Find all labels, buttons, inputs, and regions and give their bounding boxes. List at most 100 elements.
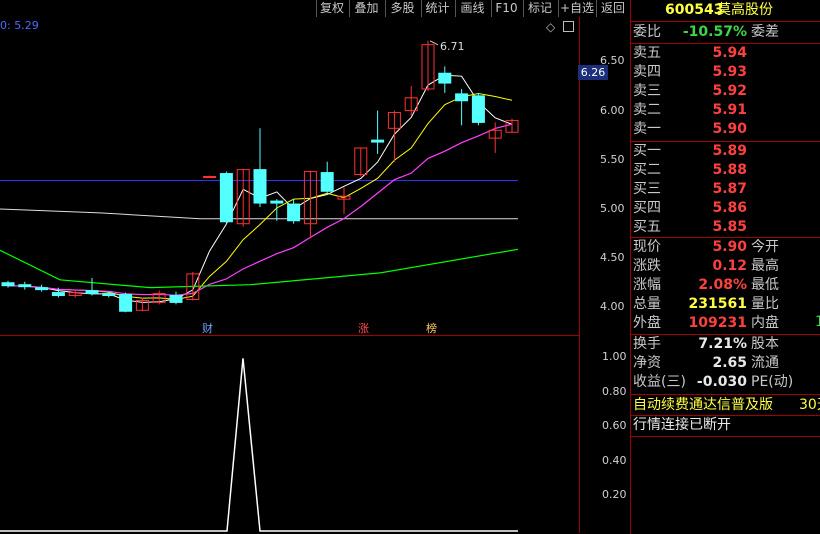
candle-body [51,292,65,297]
bid-price: 5.86 [712,200,747,216]
stat-value: 0.12 [712,258,747,274]
candle-body [219,173,233,223]
ask-row: 卖五 5.94 [631,44,820,63]
stat-label: 净资 [633,355,661,371]
bid-row: 买三 5.87 [631,180,820,199]
toolbar-button-4[interactable]: 画线 [455,0,489,17]
toolbar-button-8[interactable]: 返回 [596,0,629,17]
ask-label: 卖二 [633,102,661,118]
chart-toolbar: 复权 叠加 多股 统计 画线 F10 标记 +自选 返回 [0,0,630,17]
toolbar-button-1[interactable]: 叠加 [349,0,383,17]
stat-row: 现价 5.90 今开 [631,238,820,257]
candle [371,110,385,154]
stat-row: 涨跌 0.12 最高 [631,257,820,276]
candle-body [119,294,133,312]
ask-row: 卖四 5.93 [631,63,820,82]
ask-price: 5.91 [712,102,747,118]
stock-code: 600543 [665,2,724,18]
toolbar-button-5[interactable]: F10 [491,0,521,17]
notice-row[interactable]: 自动续费通达信普及版 30天 [631,396,820,415]
stock-name: 莫高股份 [717,2,773,18]
stat-label2: 股本 [751,336,779,352]
ask-row: 卖二 5.91 [631,101,820,120]
event-marker-0[interactable]: 财 [200,320,215,336]
candle-body [270,200,284,204]
candlestick-chart[interactable]: 6.71 [0,17,578,335]
stat-value: 5.90 [712,239,747,255]
bid-price: 5.87 [712,181,747,197]
bid-label: 买五 [633,219,661,235]
divider [631,394,820,395]
toolbar-button-3[interactable]: 统计 [421,0,453,17]
stat-label: 涨跌 [633,258,661,274]
candle [18,281,32,290]
event-marker-2[interactable]: 榜 [424,320,439,336]
diamond-icon[interactable]: ◇ [546,20,555,34]
stat-label: 总量 [633,296,661,312]
candle-body [320,172,334,192]
bid-label: 买一 [633,143,661,159]
candle [135,297,149,312]
stat-value: 109231 [688,315,747,331]
bid-price: 5.88 [712,162,747,178]
stat-value: -0.030 [696,374,747,390]
weibi-row: 委比 -10.57% 委差 [631,23,820,42]
bid-row: 买二 5.88 [631,161,820,180]
weibi-value: -10.57% [682,24,747,40]
ask-label: 卖一 [633,121,661,137]
ma60-line [0,248,519,289]
ask-label: 卖五 [633,45,661,61]
candle-body [18,284,32,288]
bid-row: 买四 5.86 [631,199,820,218]
stat-row: 外盘 109231 内盘 [631,314,820,333]
weibi-label: 委比 [633,24,661,40]
neipan-value: 1 [815,314,820,330]
toolbar-button-7[interactable]: +自选 [558,0,595,17]
renewal-notice[interactable]: 自动续费通达信普及版 [633,396,773,415]
event-marker-1[interactable]: 涨 [356,320,371,336]
renewal-notice-tail: 30天 [799,397,820,413]
stat-label: 收益(三) [633,374,686,390]
candle [387,110,401,162]
candle-body [102,293,116,297]
candle [253,128,267,207]
candle [35,284,49,292]
stat-value: 2.08% [698,277,747,293]
bid-label: 买二 [633,162,661,178]
ma-flat-white-line [0,208,518,220]
ask-label: 卖四 [633,64,661,80]
candle [471,92,485,126]
peak-pointer [429,40,439,46]
bid-row: 买一 5.89 [631,142,820,161]
toolbar-button-0[interactable]: 复权 [316,0,347,17]
ask-price: 5.93 [712,64,747,80]
candle [270,199,284,221]
candle-body [253,169,267,204]
stat-row: 净资 2.65 流通 [631,354,820,373]
candle-body [371,139,385,143]
stat-label2: 最高 [751,258,779,274]
candle [337,187,351,214]
stat-value: 2.65 [712,355,747,371]
ma-readout: 0: 5.29 [0,19,39,32]
ask-row: 卖三 5.92 [631,82,820,101]
square-icon[interactable] [563,21,574,32]
candle [1,280,15,288]
quote-panel: 600543 莫高股份 委比 -10.57% 委差 卖五 5.94 卖四 5.93 卖三 5.92 卖… [630,0,820,534]
stat-label: 现价 [633,239,661,255]
status-row: 行情连接已断开 [631,416,820,435]
candle-body [287,203,301,222]
candle-body [85,290,99,295]
stat-row: 换手 7.21% 股本 [631,335,820,354]
stat-label: 外盘 [633,315,661,331]
candle [421,40,435,91]
toolbar-button-2[interactable]: 多股 [385,0,419,17]
candle-body [1,282,15,287]
divider [631,436,820,437]
bid-row: 买五 5.85 [631,218,820,237]
stat-row: 总量 231561 量比 [631,295,820,314]
toolbar-button-6[interactable]: 标记 [523,0,556,17]
candle [169,291,183,305]
oscillator-chart[interactable] [0,337,578,534]
candle [438,66,452,93]
